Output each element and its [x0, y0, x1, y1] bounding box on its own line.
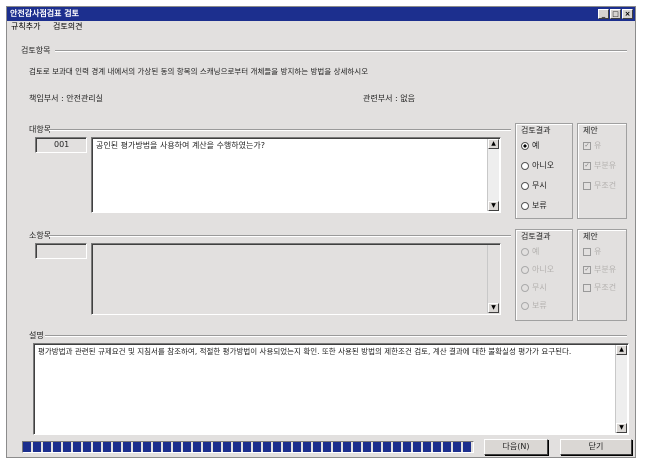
menu-item-review-opinion[interactable]: 검토의견	[53, 22, 82, 31]
major-item-label: 대항목	[29, 125, 52, 134]
close-button[interactable]: 닫기	[560, 439, 632, 455]
major-proposal-label: 제안	[583, 126, 598, 135]
major-result-ignore[interactable]: 무시	[521, 180, 547, 191]
major-result-label: 검토결과	[521, 126, 551, 135]
minor-result-no[interactable]: 아니오	[521, 264, 554, 275]
radio-icon	[521, 265, 529, 274]
major-result-hold[interactable]: 보류	[521, 200, 547, 211]
window-title: 안전감사점검표 검토	[10, 9, 80, 18]
major-divider	[49, 129, 511, 131]
major-code-field[interactable]: 001	[35, 137, 87, 153]
major-proposal-unconditional[interactable]: 무조건	[583, 180, 616, 191]
review-window: 안전감사점검표 검토 _ □ × 규칙추가 검토의견 검토항목 검토로 보과대 …	[6, 6, 636, 458]
window-controls: _ □ ×	[598, 9, 633, 19]
radio-icon	[521, 283, 529, 292]
checkbox-icon: ✓	[583, 161, 591, 170]
major-result-no[interactable]: 아니오	[521, 160, 554, 171]
major-proposal-group	[577, 123, 627, 219]
description-textarea[interactable]: 평가방법과 관련된 규제요건 및 지침서를 참조하여, 적절한 평가방법이 사용…	[33, 343, 629, 435]
minor-proposal-group	[577, 229, 627, 321]
minor-question-scrollbar[interactable]: ▼	[487, 245, 499, 313]
progress-bar	[22, 441, 474, 453]
progress-fill	[23, 442, 473, 452]
checkbox-icon: ✓	[583, 141, 591, 150]
major-question-textarea[interactable]: 공인된 평가방법을 사용하여 계산을 수행하였는가? ▲ ▼	[91, 137, 501, 213]
major-result-yes[interactable]: 예	[521, 140, 539, 151]
radio-icon	[521, 161, 529, 170]
minor-result-hold[interactable]: 보류	[521, 300, 547, 311]
minor-proposal-partial[interactable]: ✓ 부분유	[583, 264, 616, 275]
minor-question-textarea[interactable]: ▼	[91, 243, 501, 315]
section-divider	[55, 50, 627, 52]
radio-icon	[521, 247, 529, 256]
title-bar: 안전감사점검표 검토 _ □ ×	[7, 7, 635, 21]
checkbox-icon	[583, 247, 591, 256]
scroll-down-icon[interactable]: ▼	[488, 303, 499, 313]
minor-proposal-yes[interactable]: 유	[583, 246, 601, 257]
scroll-up-icon[interactable]: ▲	[488, 139, 499, 149]
section-instruction: 검토로 보과대 인력 경계 내에서의 가상된 동의 항목의 스캐닝으로부터 개체…	[29, 67, 369, 76]
minimize-button[interactable]: _	[598, 9, 609, 19]
minor-result-label: 검토결과	[521, 232, 551, 241]
checkbox-icon	[583, 181, 591, 190]
section-label: 검토항목	[21, 46, 51, 55]
checkbox-icon	[583, 283, 591, 292]
minor-result-ignore[interactable]: 무시	[521, 282, 547, 293]
minor-proposal-label: 제안	[583, 232, 598, 241]
description-text: 평가방법과 관련된 규제요건 및 지침서를 참조하여, 적절한 평가방법이 사용…	[38, 347, 572, 356]
scroll-down-icon[interactable]: ▼	[616, 423, 627, 433]
major-proposal-yes[interactable]: ✓ 유	[583, 140, 601, 151]
scroll-up-icon[interactable]: ▲	[616, 345, 627, 355]
maximize-button[interactable]: □	[610, 9, 621, 19]
menu-item-add-rule[interactable]: 규칙추가	[11, 22, 40, 31]
scroll-down-icon[interactable]: ▼	[488, 201, 499, 211]
minor-item-label: 소항목	[29, 231, 52, 240]
checkbox-icon: ✓	[583, 265, 591, 274]
major-question-scrollbar[interactable]: ▲ ▼	[487, 139, 499, 211]
minor-divider	[49, 235, 511, 237]
radio-icon	[521, 141, 529, 150]
major-proposal-partial[interactable]: ✓ 부분유	[583, 160, 616, 171]
minor-proposal-unconditional[interactable]: 무조건	[583, 282, 616, 293]
description-label: 설명	[29, 331, 44, 340]
minor-result-yes[interactable]: 예	[521, 246, 539, 257]
responsible-dept: 책임부서 : 안전관리실	[29, 94, 104, 103]
radio-icon	[521, 201, 529, 210]
close-window-button[interactable]: ×	[622, 9, 633, 19]
description-divider	[45, 335, 627, 337]
major-code: 001	[54, 140, 70, 149]
radio-icon	[521, 301, 529, 310]
radio-icon	[521, 181, 529, 190]
menu-bar: 규칙추가 검토의견	[7, 21, 635, 33]
related-dept: 관련부서 : 없음	[363, 94, 415, 103]
description-scrollbar[interactable]: ▲ ▼	[615, 345, 627, 433]
minor-code-field[interactable]	[35, 243, 87, 259]
next-button[interactable]: 다음(N)	[484, 439, 548, 455]
major-question-text: 공인된 평가방법을 사용하여 계산을 수행하였는가?	[96, 141, 265, 150]
